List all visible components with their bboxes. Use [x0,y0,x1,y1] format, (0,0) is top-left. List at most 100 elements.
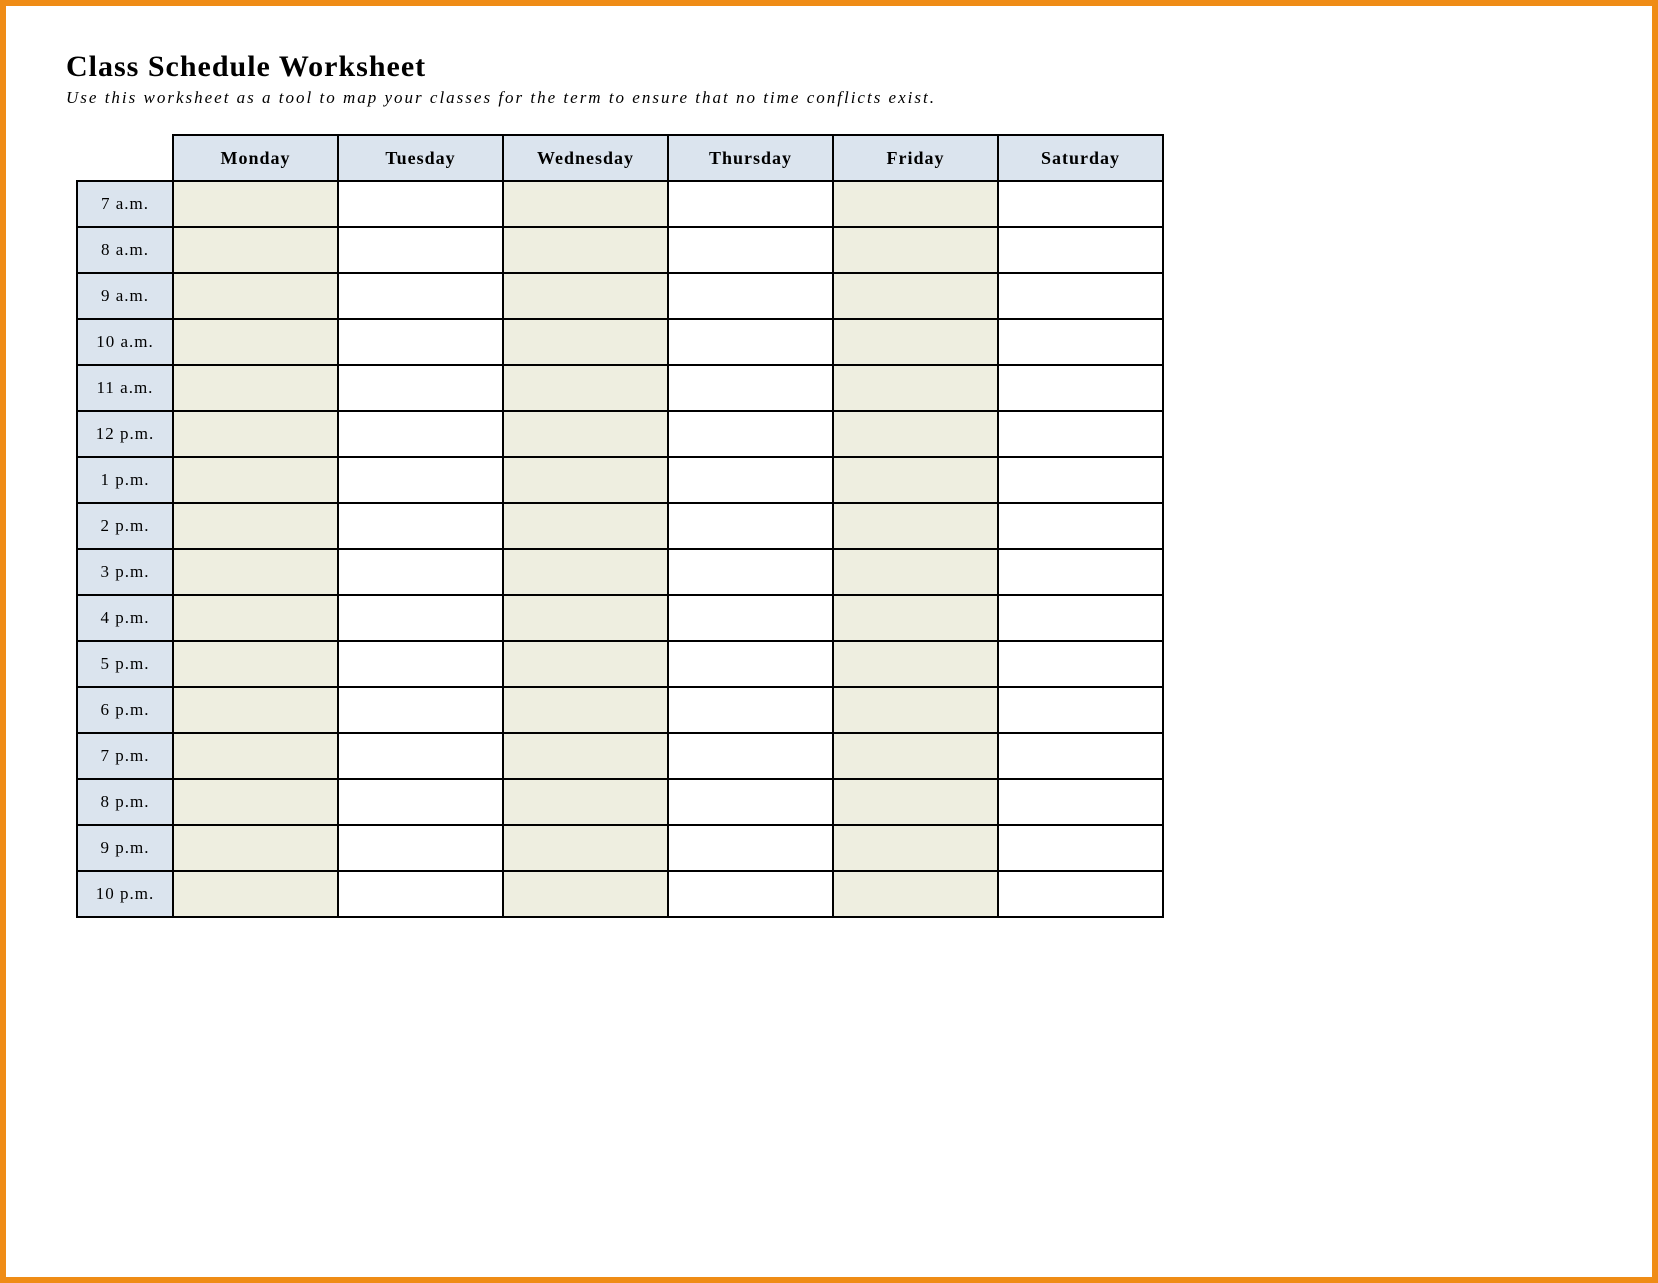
schedule-cell[interactable] [173,733,338,779]
schedule-cell[interactable] [998,365,1163,411]
schedule-cell[interactable] [668,825,833,871]
schedule-cell[interactable] [833,687,998,733]
schedule-cell[interactable] [338,641,503,687]
schedule-cell[interactable] [998,595,1163,641]
schedule-cell[interactable] [173,641,338,687]
schedule-cell[interactable] [173,687,338,733]
schedule-cell[interactable] [833,871,998,917]
schedule-cell[interactable] [833,549,998,595]
schedule-cell[interactable] [173,319,338,365]
schedule-cell[interactable] [668,457,833,503]
schedule-cell[interactable] [833,227,998,273]
schedule-cell[interactable] [503,181,668,227]
schedule-cell[interactable] [503,503,668,549]
schedule-cell[interactable] [833,319,998,365]
schedule-cell[interactable] [338,457,503,503]
schedule-cell[interactable] [503,227,668,273]
schedule-cell[interactable] [503,687,668,733]
schedule-cell[interactable] [338,411,503,457]
schedule-cell[interactable] [338,319,503,365]
time-label: 4 p.m. [77,595,173,641]
schedule-cell[interactable] [668,181,833,227]
schedule-cell[interactable] [338,825,503,871]
time-label: 8 a.m. [77,227,173,273]
schedule-cell[interactable] [668,549,833,595]
schedule-cell[interactable] [338,871,503,917]
schedule-cell[interactable] [173,411,338,457]
schedule-cell[interactable] [338,687,503,733]
schedule-cell[interactable] [503,549,668,595]
schedule-cell[interactable] [173,503,338,549]
schedule-cell[interactable] [173,457,338,503]
schedule-cell[interactable] [668,871,833,917]
schedule-cell[interactable] [998,319,1163,365]
schedule-cell[interactable] [833,503,998,549]
schedule-cell[interactable] [338,595,503,641]
schedule-cell[interactable] [503,871,668,917]
schedule-cell[interactable] [998,779,1163,825]
schedule-cell[interactable] [173,825,338,871]
schedule-cell[interactable] [173,273,338,319]
schedule-cell[interactable] [503,411,668,457]
schedule-cell[interactable] [833,411,998,457]
schedule-cell[interactable] [998,733,1163,779]
schedule-cell[interactable] [833,779,998,825]
schedule-cell[interactable] [503,457,668,503]
schedule-cell[interactable] [668,411,833,457]
schedule-cell[interactable] [998,227,1163,273]
schedule-cell[interactable] [668,779,833,825]
schedule-cell[interactable] [503,595,668,641]
schedule-cell[interactable] [668,641,833,687]
schedule-cell[interactable] [338,273,503,319]
schedule-cell[interactable] [173,779,338,825]
schedule-cell[interactable] [668,273,833,319]
schedule-cell[interactable] [833,365,998,411]
schedule-cell[interactable] [833,595,998,641]
schedule-cell[interactable] [173,227,338,273]
schedule-cell[interactable] [998,549,1163,595]
schedule-cell[interactable] [338,365,503,411]
schedule-cell[interactable] [338,779,503,825]
schedule-cell[interactable] [173,595,338,641]
schedule-cell[interactable] [338,181,503,227]
schedule-cell[interactable] [998,181,1163,227]
schedule-cell[interactable] [503,825,668,871]
time-label: 3 p.m. [77,549,173,595]
schedule-cell[interactable] [503,273,668,319]
schedule-cell[interactable] [998,871,1163,917]
schedule-cell[interactable] [998,825,1163,871]
schedule-cell[interactable] [668,365,833,411]
schedule-cell[interactable] [338,503,503,549]
schedule-cell[interactable] [833,825,998,871]
schedule-cell[interactable] [833,181,998,227]
schedule-cell[interactable] [668,687,833,733]
schedule-cell[interactable] [173,871,338,917]
schedule-cell[interactable] [833,733,998,779]
schedule-cell[interactable] [503,733,668,779]
schedule-cell[interactable] [338,227,503,273]
schedule-cell[interactable] [173,365,338,411]
schedule-cell[interactable] [668,227,833,273]
schedule-cell[interactable] [503,319,668,365]
schedule-cell[interactable] [668,733,833,779]
schedule-cell[interactable] [668,319,833,365]
schedule-cell[interactable] [998,273,1163,319]
schedule-cell[interactable] [338,733,503,779]
schedule-cell[interactable] [833,457,998,503]
schedule-cell[interactable] [833,641,998,687]
schedule-cell[interactable] [668,503,833,549]
schedule-cell[interactable] [998,641,1163,687]
time-label: 9 a.m. [77,273,173,319]
schedule-cell[interactable] [833,273,998,319]
schedule-cell[interactable] [998,687,1163,733]
schedule-cell[interactable] [503,779,668,825]
schedule-cell[interactable] [338,549,503,595]
schedule-cell[interactable] [503,641,668,687]
schedule-cell[interactable] [173,181,338,227]
schedule-cell[interactable] [998,457,1163,503]
schedule-cell[interactable] [998,503,1163,549]
schedule-cell[interactable] [173,549,338,595]
schedule-cell[interactable] [668,595,833,641]
schedule-cell[interactable] [503,365,668,411]
schedule-cell[interactable] [998,411,1163,457]
